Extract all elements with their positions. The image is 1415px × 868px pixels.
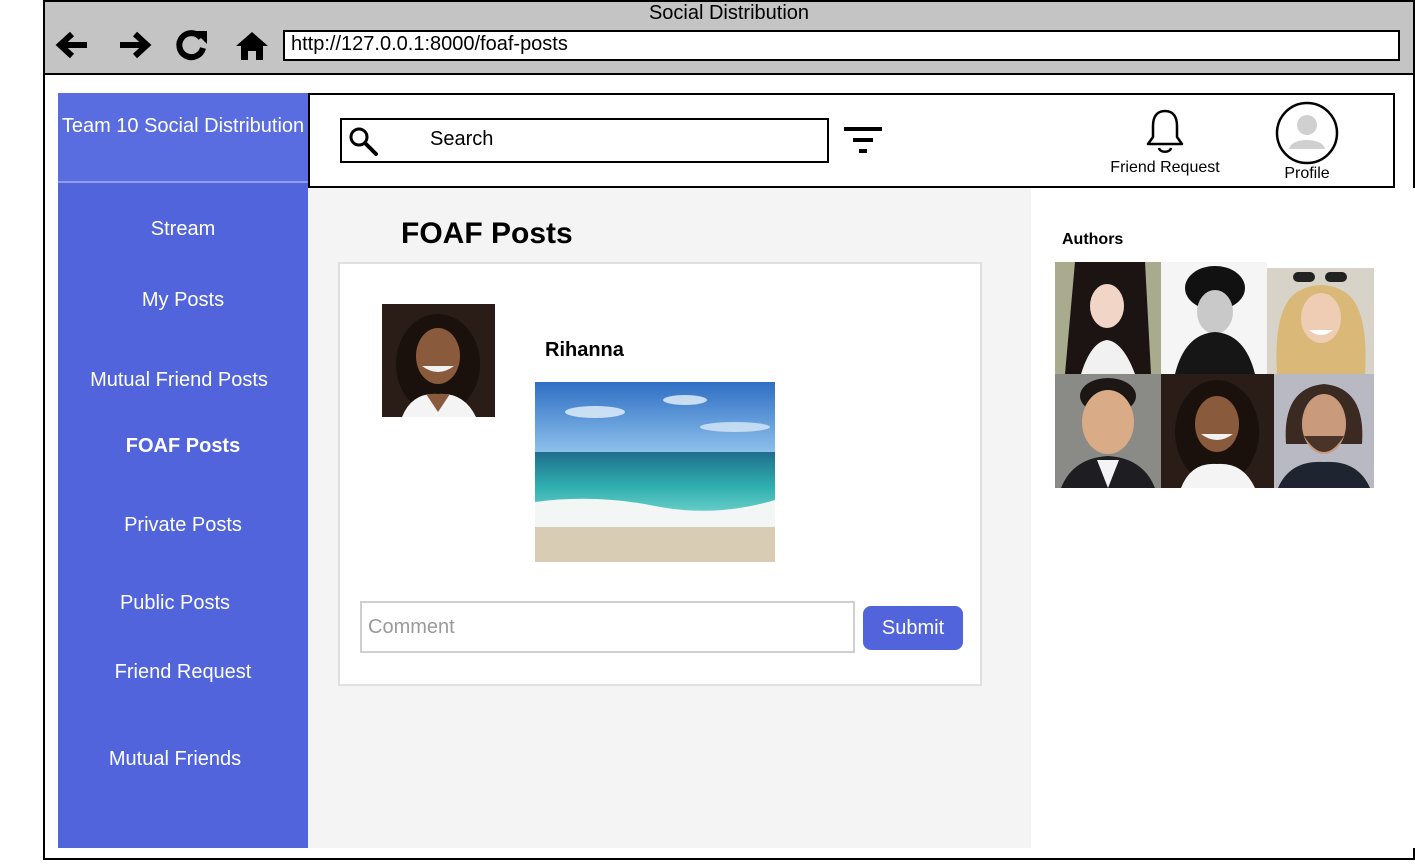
browser-chrome: Social Distribution http://127.0.0.1:800…: [45, 2, 1413, 75]
author-thumbnail[interactable]: [1055, 262, 1161, 374]
sidebar-item-friend-request[interactable]: Friend Request: [58, 660, 308, 684]
home-button[interactable]: [233, 26, 271, 64]
author-photo-icon: [1055, 374, 1161, 488]
arrow-right-icon: [120, 31, 152, 59]
sidebar: Team 10 Social Distribution Stream My Po…: [58, 93, 308, 848]
sidebar-item-mutual-friend-posts[interactable]: Mutual Friend Posts: [54, 368, 304, 392]
sidebar-item-foaf-posts[interactable]: FOAF Posts: [58, 434, 308, 458]
author-photo-icon: [1161, 374, 1274, 488]
author-thumbnail[interactable]: [1161, 262, 1267, 374]
submit-button[interactable]: Submit: [863, 606, 963, 650]
filter-icon[interactable]: [844, 125, 882, 155]
sidebar-item-private-posts[interactable]: Private Posts: [58, 513, 308, 537]
author-photo-icon: [382, 304, 495, 417]
authors-title: Authors: [1062, 231, 1124, 248]
beach-image-icon: [535, 382, 775, 562]
url-bar[interactable]: http://127.0.0.1:8000/foaf-posts: [283, 30, 1400, 61]
profile-label: Profile: [1284, 165, 1330, 182]
profile-button[interactable]: Profile: [1272, 101, 1342, 183]
post-author-name[interactable]: Rihanna: [545, 338, 624, 362]
forward-button[interactable]: [116, 26, 154, 64]
friend-request-label: Friend Request: [1110, 159, 1220, 176]
sidebar-item-mutual-friends[interactable]: Mutual Friends: [50, 747, 300, 771]
friend-request-button[interactable]: Friend Request: [1105, 107, 1225, 182]
author-photo-icon: [1161, 262, 1267, 374]
author-photo-icon: [1274, 374, 1374, 488]
comment-input[interactable]: [360, 601, 855, 653]
post-image[interactable]: [535, 382, 775, 562]
post-author-avatar[interactable]: [382, 304, 495, 417]
author-thumbnail[interactable]: [1267, 268, 1374, 374]
authors-panel: Authors: [1031, 188, 1415, 848]
home-icon: [236, 32, 268, 60]
browser-window: Social Distribution http://127.0.0.1:800…: [43, 0, 1415, 860]
sidebar-item-my-posts[interactable]: My Posts: [58, 288, 308, 312]
search-input[interactable]: Search: [340, 118, 829, 163]
sidebar-item-public-posts[interactable]: Public Posts: [50, 591, 300, 615]
bell-icon: [1146, 109, 1184, 153]
sidebar-item-stream[interactable]: Stream: [58, 217, 308, 241]
reload-icon: [176, 30, 207, 61]
avatar-icon: [1275, 101, 1339, 165]
brand-title: Team 10 Social Distribution: [58, 93, 308, 183]
page-title: FOAF Posts: [401, 217, 573, 250]
author-photo-icon: [1267, 268, 1374, 374]
author-thumbnail[interactable]: [1055, 374, 1161, 488]
back-button[interactable]: [53, 26, 91, 64]
author-thumbnail[interactable]: [1161, 374, 1274, 488]
post-card: Rihanna Comment Submit: [338, 262, 982, 686]
arrow-left-icon: [55, 31, 87, 59]
brand-divider: [58, 181, 308, 183]
top-header: Search Friend Request Profile: [308, 93, 1395, 188]
reload-button[interactable]: [172, 26, 210, 64]
author-photo-icon: [1055, 262, 1161, 374]
main-content: FOAF Posts Rihanna Comment Submit: [308, 188, 1031, 848]
search-placeholder: Search: [430, 128, 494, 150]
author-thumbnail[interactable]: [1274, 374, 1374, 488]
search-icon: [349, 127, 378, 156]
window-title: Social Distribution: [648, 2, 810, 24]
